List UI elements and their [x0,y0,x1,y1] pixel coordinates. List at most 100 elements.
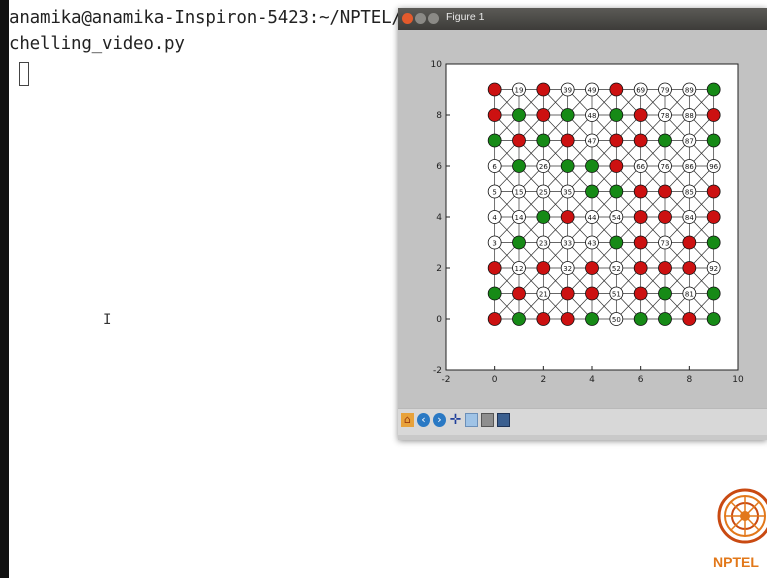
pan-icon[interactable]: ✛ [449,413,462,427]
y-tick-label: 0 [436,315,442,325]
graph-node [487,108,502,122]
graph-node [633,108,648,122]
graph-node [536,210,551,224]
x-tick-label: 2 [540,375,546,385]
graph-node [633,184,648,199]
graph-node [487,286,502,301]
graph-node [560,133,575,148]
back-arrow-icon[interactable]: ‹ [417,413,430,427]
node-label: 39 [563,87,572,95]
graph-node [536,133,551,148]
screen-left-edge [0,0,9,578]
network-chart: -2 0 2 4 6 8 10-20246810 19 39 49 69 79 8948 78 8847 8… [431,60,744,385]
plot-canvas[interactable]: -2 0 2 4 6 8 10 -2 0 2 4 6 8 10 19 39 49 69 79 89 48 78 88 47 8… [398,30,767,408]
x-tick-label: 8 [686,375,692,385]
graph-node [487,82,502,97]
close-icon[interactable] [402,13,413,24]
figure-toolbar: ⌂ ‹ › ✛ [398,408,767,435]
graph-node [560,159,575,173]
node-label: 44 [588,214,597,222]
figure-title: Figure 1 [446,11,485,23]
graph-node [560,210,575,224]
graph-node [536,312,551,326]
node-label: 79 [661,87,670,95]
y-tick-label: -2 [433,366,442,376]
node-label: 14 [515,214,524,222]
graph-node [706,184,721,199]
node-label: 86 [685,163,694,171]
y-tick-label: 10 [431,60,443,70]
save-icon[interactable] [497,413,510,427]
graph-node [706,210,721,224]
x-tick-label: -2 [442,375,451,385]
subplots-icon[interactable] [481,413,494,427]
y-tick-label: 4 [436,213,442,223]
minimize-icon[interactable] [415,13,426,24]
graph-node [633,133,648,148]
zoom-icon[interactable] [465,413,478,427]
home-icon[interactable]: ⌂ [401,413,414,427]
graph-node [682,235,697,250]
node-label: 19 [515,87,524,95]
node-label: 21 [539,291,548,299]
maximize-icon[interactable] [428,13,439,24]
node-label: 4 [492,214,497,222]
node-label: 87 [685,138,694,146]
graph-node [512,159,526,173]
graph-node [585,184,599,199]
graph-node [706,235,721,250]
graph-node [633,312,648,326]
forward-arrow-icon[interactable]: › [433,413,446,427]
graph-node [585,312,599,326]
graph-node [609,184,624,199]
graph-node [609,82,624,97]
graph-node [706,108,721,122]
graph-node [585,286,599,301]
node-label: 32 [563,265,572,273]
graph-node [487,261,502,275]
nptel-logo-text: NPTEL [713,554,759,570]
graph-node [609,108,624,122]
node-label: 89 [685,87,694,95]
graph-node [512,235,526,250]
graph-node [585,261,599,275]
figure-titlebar[interactable]: Figure 1 [398,8,767,30]
x-tick-label: 10 [732,375,744,385]
graph-node [682,261,697,275]
node-label: 48 [588,112,597,120]
graph-node [536,82,551,97]
graph-node [609,235,624,250]
graph-node [609,159,624,173]
graph-node [609,133,624,148]
terminal-cursor [19,62,29,86]
node-label: 49 [588,87,597,95]
node-label: 3 [492,240,496,248]
node-label: 73 [661,240,670,248]
y-tick-label: 2 [436,264,442,274]
node-label: 54 [612,214,621,222]
graph-node [560,312,575,326]
graph-node [512,108,526,122]
graph-node [658,286,672,301]
figure-window[interactable]: Figure 1 -2 0 2 4 6 8 10 -2 0 2 4 6 8 10 19 39 49 69 79 89… [398,8,767,440]
terminal-prompt-line: anamika@anamika-Inspiron-5423:~/NPTEL/ [9,8,402,28]
graph-node [706,82,721,97]
node-label: 88 [685,112,694,120]
graph-node [658,261,672,275]
terminal-command-line: chelling_video.py [9,34,185,54]
node-label: 12 [515,265,524,273]
graph-node [682,312,697,326]
node-label: 69 [636,87,645,95]
node-label: 84 [685,214,694,222]
graph-node [560,108,575,122]
nptel-logo: NPTEL [705,478,767,578]
node-label: 76 [661,163,670,171]
node-label: 6 [492,163,497,171]
node-label: 25 [539,189,548,197]
node-label: 35 [563,189,572,197]
graph-node [706,286,721,301]
node-label: 66 [636,163,645,171]
node-label: 78 [661,112,670,120]
node-label: 51 [612,291,621,299]
y-tick-label: 8 [436,111,442,121]
